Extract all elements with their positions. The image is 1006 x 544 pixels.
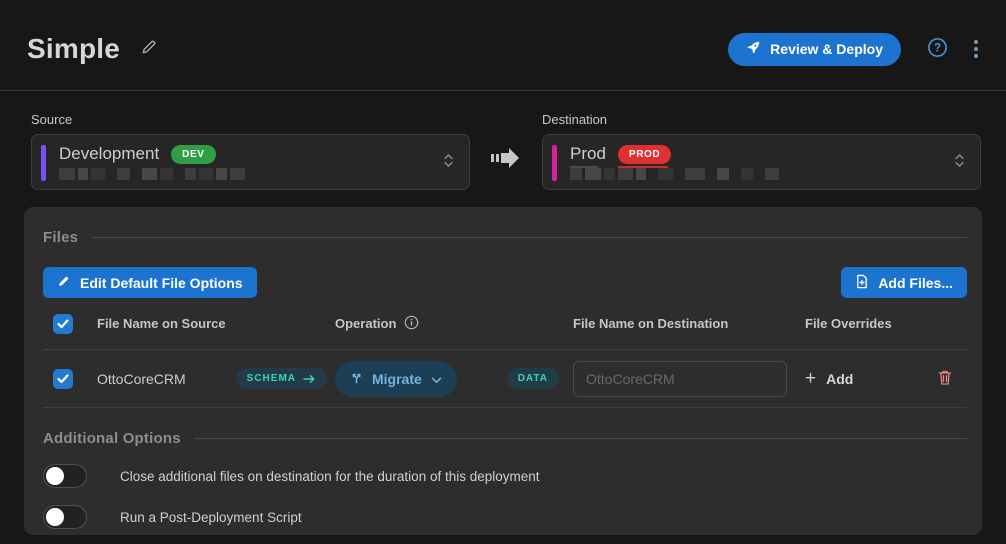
destination-redacted-text	[570, 168, 953, 180]
schema-badge-label: SCHEMA	[247, 373, 296, 384]
additional-options-heading: Additional Options	[43, 430, 967, 447]
environment-row: Source Development DEV	[0, 91, 1006, 190]
source-accent-bar	[41, 145, 46, 181]
add-files-button[interactable]: Add Files...	[841, 267, 967, 298]
close-files-toggle[interactable]	[43, 464, 87, 488]
migrate-icon	[350, 370, 363, 387]
trash-icon	[937, 369, 953, 389]
info-icon[interactable]	[404, 315, 419, 333]
help-button[interactable]: ?	[927, 37, 948, 61]
destination-label: Destination	[542, 112, 981, 127]
help-icon: ?	[927, 37, 948, 61]
post-deploy-script-toggle[interactable]	[43, 505, 87, 529]
files-actions: Edit Default File Options Add Files...	[43, 267, 967, 298]
deployment-page: Simple Review & Deploy ?	[0, 0, 1006, 544]
topbar: Simple Review & Deploy ?	[0, 0, 1006, 91]
select-all-checkbox[interactable]	[53, 314, 73, 334]
toggle-row-post-deploy-script: Run a Post-Deployment Script	[43, 505, 967, 529]
source-env-badge: DEV	[171, 145, 215, 164]
plus-icon: +	[805, 369, 816, 388]
destination-filename-input[interactable]	[573, 361, 787, 397]
column-file-name-destination: File Name on Destination	[573, 316, 805, 331]
data-badge-label: DATA	[518, 373, 548, 384]
files-table-header: File Name on Source Operation File Name …	[43, 298, 967, 350]
destination-name: Prod	[570, 144, 606, 164]
additional-options-label: Additional Options	[43, 430, 181, 447]
arrow-right-icon	[303, 374, 316, 384]
files-heading-label: Files	[43, 229, 78, 246]
data-badge: DATA	[507, 368, 559, 389]
source-label: Source	[31, 112, 470, 127]
destination-env-badge: PROD	[618, 145, 671, 164]
rocket-icon	[746, 40, 761, 58]
select-chevrons-icon	[442, 152, 455, 174]
pencil-icon	[140, 39, 157, 59]
destination-select[interactable]: Prod PROD	[542, 134, 981, 190]
kebab-icon	[974, 40, 978, 58]
add-override-label: Add	[826, 371, 853, 387]
source-select[interactable]: Development DEV	[31, 134, 470, 190]
file-plus-icon	[855, 274, 869, 292]
overflow-menu-button[interactable]	[974, 40, 978, 58]
column-operation-label: Operation	[335, 316, 396, 331]
review-deploy-label: Review & Deploy	[770, 41, 883, 57]
column-file-name-source: File Name on Source	[97, 316, 335, 331]
source-redacted-text	[59, 168, 442, 180]
operation-dropdown-button[interactable]: Migrate	[335, 361, 457, 397]
pencil-icon	[57, 274, 71, 291]
chevron-down-icon	[431, 371, 442, 387]
toggle-knob	[46, 508, 64, 526]
column-file-overrides: File Overrides	[805, 316, 967, 331]
file-row: OttoCoreCRM SCHEMA Migrate DAT	[43, 350, 967, 408]
schema-badge: SCHEMA	[236, 368, 327, 389]
edit-default-file-options-button[interactable]: Edit Default File Options	[43, 267, 257, 298]
toggle-row-close-files: Close additional files on destination fo…	[43, 464, 967, 488]
heading-rule	[91, 237, 967, 238]
edit-title-button[interactable]	[140, 39, 157, 59]
files-panel: Files Edit Default File Options Add File…	[24, 207, 982, 535]
add-override-button[interactable]: + Add	[805, 369, 853, 388]
source-name: Development	[59, 144, 159, 164]
operation-label: Migrate	[372, 371, 422, 387]
column-operation: Operation	[335, 315, 573, 333]
review-deploy-button[interactable]: Review & Deploy	[728, 33, 901, 66]
add-files-label: Add Files...	[878, 275, 953, 291]
edit-default-file-options-label: Edit Default File Options	[80, 275, 243, 291]
deploy-direction-icon	[470, 112, 542, 171]
page-title: Simple	[27, 33, 120, 65]
select-chevrons-icon	[953, 152, 966, 174]
heading-rule	[194, 438, 967, 439]
close-files-toggle-label: Close additional files on destination fo…	[120, 469, 540, 484]
file-name: OttoCoreCRM	[97, 371, 186, 387]
svg-text:?: ?	[934, 43, 941, 55]
toggle-knob	[46, 467, 64, 485]
delete-file-button[interactable]	[937, 369, 953, 389]
files-heading: Files	[43, 229, 967, 246]
file-row-checkbox[interactable]	[53, 369, 73, 389]
destination-accent-bar	[552, 145, 557, 181]
post-deploy-script-toggle-label: Run a Post-Deployment Script	[120, 510, 302, 525]
